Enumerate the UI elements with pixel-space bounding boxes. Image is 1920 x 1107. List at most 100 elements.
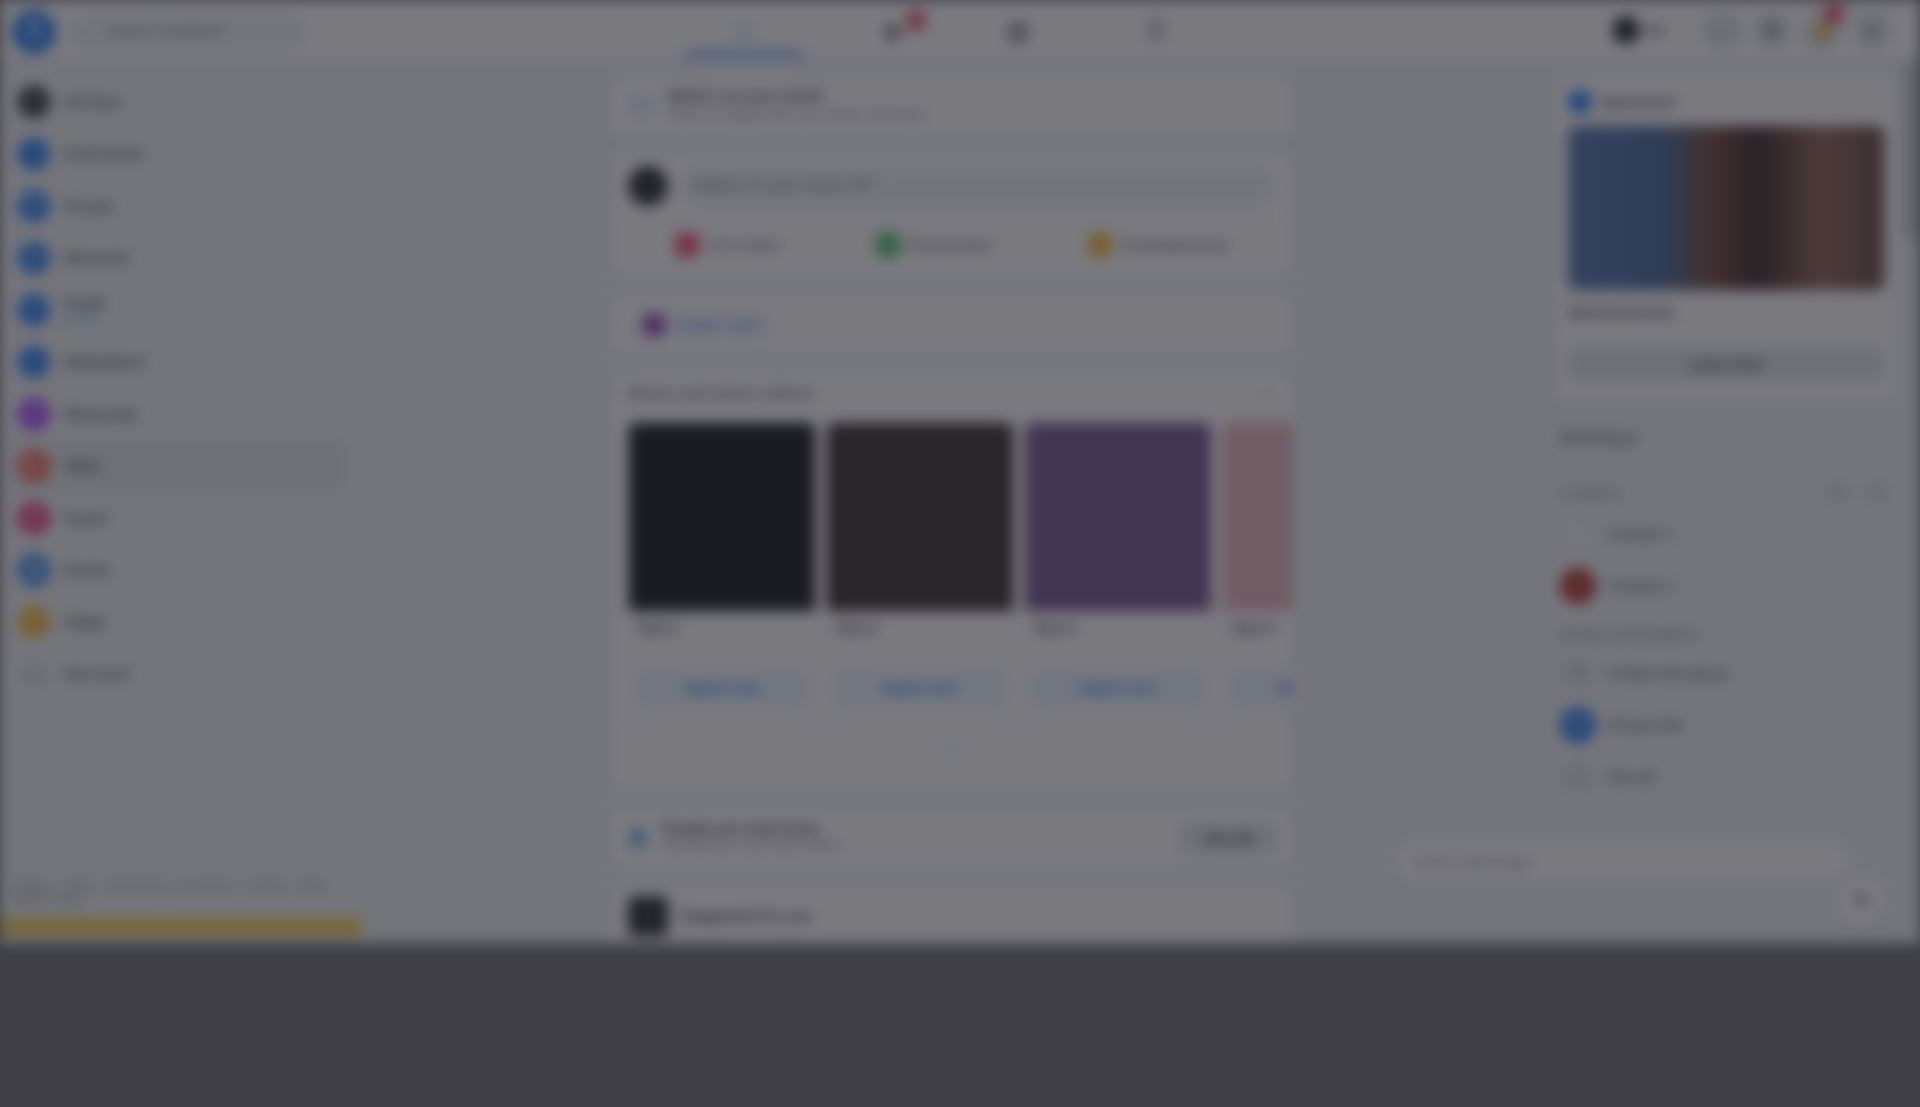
sponsor-logo-icon [1568,90,1592,114]
messenger-icon: ✉ [18,398,50,430]
watch-icon: ▶ [886,15,906,45]
watch-button[interactable]: Watch now [639,671,805,705]
live-video-button[interactable]: Live video [675,227,781,263]
sidebar-item-memories[interactable]: ⟲ Memories [8,232,348,284]
nav-watch-tab[interactable]: ▶ 9+ [836,4,956,56]
info-icon: i [628,92,656,120]
suggestion-card: 👤 People you may know Add friends to see… [612,808,1292,870]
reels-card: Reels and short videos ⋯ Reel 1 Watch no… [612,372,1292,792]
chevron-down-icon[interactable]: ⌄ [628,736,1276,756]
sidebar-item-pages[interactable]: ⚐ Pages [8,596,348,648]
sponsored-card[interactable]: Sponsored Sponsored post Learn more [1556,76,1896,402]
sidebar-item-messenger[interactable]: ✉ Messenger [8,388,348,440]
avatar: ☺ [1560,568,1596,604]
reel-card[interactable]: Reel 2 Watch now [826,422,1014,722]
messenger-button[interactable]: ✉ [1752,10,1792,50]
marketplace-icon: ⌂ [18,346,50,378]
messenger-icon: ✉ [1764,20,1780,40]
group-item[interactable]: + Create new group [1556,647,1896,699]
nav-groups-tab[interactable]: ☰ [1096,4,1216,56]
nav-marketplace-tab[interactable]: ▦ [958,4,1078,56]
sidebar-item-see-more[interactable]: ⌄ See more [8,648,348,700]
see-all-button[interactable]: See all [1180,822,1276,856]
sidebar-item-sublabel: 2 new [64,311,97,326]
sidebar-item-label: Marketplace [64,353,146,371]
avatar: ☺ [1560,516,1596,552]
menu-button[interactable]: ⋮⋮ [1702,10,1742,50]
search-input[interactable]: ⌕ Search Facebook [66,12,306,52]
avatar [628,896,668,936]
sidebar-item-saved[interactable]: ❚ Saved [8,492,348,544]
watch-button[interactable]: Watch now [837,671,1003,705]
account-button[interactable]: ▾ [1852,10,1892,50]
sidebar-item-label: Ali Khan [64,93,120,111]
sidebar-item-feeds[interactable]: ≡ Feeds 2 new [8,284,348,336]
sidebar-item-label: Saved [64,509,107,527]
post-card: Suggested for you [612,886,1292,943]
reel-card[interactable]: Reel 1 Watch now [628,422,816,722]
news-feed: i What's on your mind? Share an update w… [612,76,1292,943]
reel-name: Reel 4 [1233,620,1275,636]
sidebar-footer: Privacy · Terms · Advertising · Ad choic… [14,878,334,906]
groups-icon: ☰ [1144,15,1168,45]
sidebar-item-groups[interactable]: ⚑ Groups [8,180,348,232]
sidebar-item-video[interactable]: ▶ Video [8,440,348,492]
sponsored-image[interactable] [1568,126,1884,290]
nav-home-tab[interactable]: ⌂ [684,4,804,56]
sidebar-item-find-friends[interactable]: 👥 Find friends [8,128,348,180]
group-item[interactable]: ⌄ See all [1556,751,1896,803]
sidebar-item-label: See more [64,665,130,683]
action-label: Live video [707,236,781,254]
learn-more-button[interactable]: Learn more [1568,346,1884,382]
reels-title: Reels and short videos [628,384,815,403]
notifications-button[interactable]: 🔔 8 [1802,4,1844,50]
reel-name: Reel 1 [639,620,681,636]
notifications-badge: 8 [1824,4,1844,24]
sidebar-item-events[interactable]: ▣ Events [8,544,348,596]
scrollbar[interactable] [1906,60,1918,240]
marketplace-icon: ▦ [1005,15,1031,45]
feeling-activity-button[interactable]: Feeling/activity [1088,227,1229,263]
notice-title: What's on your mind? [668,88,825,105]
composer-input[interactable]: What's on your mind, Ali? [680,166,1276,206]
left-sidebar: ● Ali Khan 👥 Find friends ⚑ Groups ⟲ Mem… [8,76,348,700]
watch-button[interactable]: Watch now [1035,671,1201,705]
plus-icon: + [1560,655,1596,691]
sidebar-item-marketplace[interactable]: ⌂ Marketplace [8,336,348,388]
flag-icon: ⚐ [18,606,50,638]
sidebar-item-profile[interactable]: ● Ali Khan [8,76,348,128]
group-item[interactable]: ✉ Group chat [1556,699,1896,751]
contact-item[interactable]: ☺ Contact 2 [1556,560,1896,612]
room-label: Create room [673,316,762,334]
more-options-icon[interactable]: ⋯ [1864,479,1892,507]
create-room-button[interactable]: Create room [628,308,777,342]
contact-item[interactable]: ☺ Contact 1 [1556,508,1896,560]
contacts-heading: Contacts [1560,484,1620,502]
divider [628,218,1276,219]
new-message-button[interactable]: ✎ [1836,876,1888,928]
reel-thumbnail [827,423,1013,611]
reel-thumbnail [629,423,815,611]
messenger-search-bar[interactable]: Search Messenger [1396,842,1850,882]
group-name: See all [1608,768,1654,786]
sidebar-item-label: Groups [64,197,114,215]
watch-button[interactable]: Watch now [1233,671,1292,705]
search-icon[interactable]: ⌕ [1824,479,1852,507]
notice-subtitle: Share an update with your friends and fa… [668,107,926,122]
reel-card[interactable]: Reel 4 Watch now [1222,422,1292,722]
sponsored-caption: Sponsored post [1568,304,1675,320]
reel-thumbnail [1025,423,1211,611]
sidebar-item-label: Find friends [64,145,143,163]
more-options-icon[interactable]: ⋯ [1259,384,1276,404]
profile-chip[interactable]: Ali [1608,12,1680,48]
sidebar-item-label: Memories [64,249,130,267]
photo-video-button[interactable]: Photo/video [875,227,993,263]
friends-icon: 👥 [18,138,50,170]
sidebar-item-label: Pages [64,613,107,631]
profile-name: Ali [1646,22,1664,38]
memories-icon: ⟲ [18,242,50,274]
sidebar-item-label: Events [64,561,110,579]
facebook-logo[interactable]: f [12,10,56,54]
reel-card[interactable]: Reel 3 Watch now [1024,422,1212,722]
group-conversations-heading: Group conversations [1560,626,1699,643]
